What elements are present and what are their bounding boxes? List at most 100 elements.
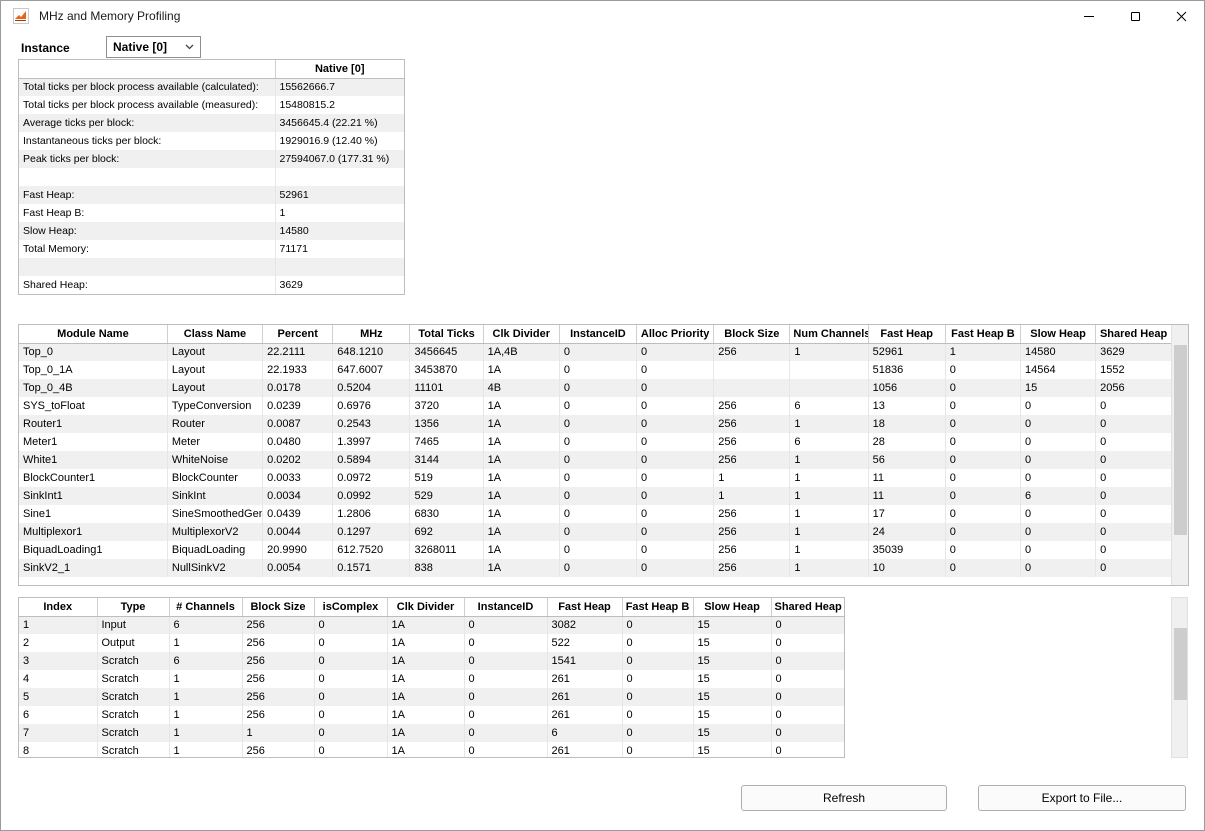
table-cell[interactable]: 256: [242, 670, 314, 688]
table-cell[interactable]: Meter: [167, 433, 262, 451]
table-cell[interactable]: 0: [464, 670, 547, 688]
refresh-button[interactable]: Refresh: [741, 785, 947, 811]
table-cell[interactable]: 0: [314, 688, 387, 706]
table-cell[interactable]: 3144: [410, 451, 483, 469]
table-cell[interactable]: Total ticks per block process available …: [19, 78, 275, 96]
table-cell[interactable]: Scratch: [97, 724, 169, 742]
table-cell[interactable]: 0: [1020, 415, 1095, 433]
table-cell[interactable]: 256: [714, 451, 790, 469]
table-cell[interactable]: 0: [637, 559, 714, 577]
table-cell[interactable]: Multiplexor1: [19, 523, 167, 541]
table-cell[interactable]: 0: [771, 616, 844, 634]
table-cell[interactable]: 1: [714, 487, 790, 505]
table-cell[interactable]: 0: [464, 616, 547, 634]
table-cell[interactable]: 0: [622, 670, 693, 688]
table-row[interactable]: Fast Heap:52961: [19, 186, 404, 204]
table-cell[interactable]: 1: [790, 559, 868, 577]
table-row[interactable]: 8Scratch125601A02610150: [19, 742, 844, 758]
table-cell[interactable]: 1A: [483, 487, 559, 505]
table-cell[interactable]: 0: [559, 397, 636, 415]
table-cell[interactable]: 0: [622, 652, 693, 670]
table-cell[interactable]: Fast Heap:: [19, 186, 275, 204]
table-cell[interactable]: 0: [1020, 541, 1095, 559]
table-cell[interactable]: Layout: [167, 343, 262, 361]
table-cell[interactable]: 0: [637, 541, 714, 559]
table-cell[interactable]: 1: [714, 469, 790, 487]
table-cell[interactable]: 261: [547, 688, 622, 706]
table-cell[interactable]: [790, 379, 868, 397]
table-cell[interactable]: 647.6007: [333, 361, 410, 379]
table-cell[interactable]: 256: [714, 433, 790, 451]
table-cell[interactable]: 648.1210: [333, 343, 410, 361]
table-cell[interactable]: 0: [637, 523, 714, 541]
table-cell[interactable]: 1.3997: [333, 433, 410, 451]
table-cell[interactable]: 0: [637, 397, 714, 415]
table-cell[interactable]: 51836: [868, 361, 945, 379]
table-cell[interactable]: 7: [19, 724, 97, 742]
table-cell[interactable]: Scratch: [97, 706, 169, 724]
table-cell[interactable]: 15: [693, 616, 771, 634]
table-row[interactable]: [19, 168, 404, 186]
table-cell[interactable]: 1A: [387, 706, 464, 724]
table-cell[interactable]: 15: [693, 724, 771, 742]
table-cell[interactable]: 256: [714, 415, 790, 433]
table-cell[interactable]: Average ticks per block:: [19, 114, 275, 132]
table-cell[interactable]: 0: [314, 652, 387, 670]
table-cell[interactable]: 256: [242, 742, 314, 758]
table-cell[interactable]: 0: [945, 433, 1020, 451]
table-cell[interactable]: 1A: [483, 451, 559, 469]
table-cell[interactable]: 1056: [868, 379, 945, 397]
table-cell[interactable]: 0: [559, 415, 636, 433]
table-cell[interactable]: 0: [637, 451, 714, 469]
table-cell[interactable]: 22.1933: [263, 361, 333, 379]
table-row[interactable]: 7Scratch1101A060150: [19, 724, 844, 742]
table-cell[interactable]: 0: [945, 379, 1020, 397]
table-cell[interactable]: 1A: [387, 634, 464, 652]
table-cell[interactable]: 15480815.2: [275, 96, 404, 114]
table-row[interactable]: 1Input625601A030820150: [19, 616, 844, 634]
table-cell[interactable]: 838: [410, 559, 483, 577]
table-cell[interactable]: 17: [868, 505, 945, 523]
table-cell[interactable]: Top_0: [19, 343, 167, 361]
table-cell[interactable]: 0: [1020, 451, 1095, 469]
table-cell[interactable]: 1: [790, 541, 868, 559]
table-cell[interactable]: 0: [622, 634, 693, 652]
table-cell[interactable]: 0: [637, 505, 714, 523]
table-cell[interactable]: 2056: [1096, 379, 1171, 397]
table-cell[interactable]: 1: [790, 487, 868, 505]
table-cell[interactable]: 15: [693, 670, 771, 688]
table-row[interactable]: Fast Heap B:1: [19, 204, 404, 222]
table-cell[interactable]: 3456645.4 (22.21 %): [275, 114, 404, 132]
table-cell[interactable]: 0.0480: [263, 433, 333, 451]
table-cell[interactable]: 0: [1020, 505, 1095, 523]
table-cell[interactable]: 0: [559, 343, 636, 361]
table-cell[interactable]: White1: [19, 451, 167, 469]
table-cell[interactable]: 0: [1020, 433, 1095, 451]
table-row[interactable]: Peak ticks per block:27594067.0 (177.31 …: [19, 150, 404, 168]
table-cell[interactable]: 1A: [387, 616, 464, 634]
table-cell[interactable]: 1: [790, 469, 868, 487]
table-cell[interactable]: 1A: [483, 541, 559, 559]
table-cell[interactable]: 27594067.0 (177.31 %): [275, 150, 404, 168]
table-cell[interactable]: [714, 379, 790, 397]
table-cell[interactable]: 6830: [410, 505, 483, 523]
table-cell[interactable]: 0: [464, 706, 547, 724]
table-row[interactable]: Average ticks per block:3456645.4 (22.21…: [19, 114, 404, 132]
table-cell[interactable]: 1A: [483, 433, 559, 451]
table-cell[interactable]: 256: [714, 541, 790, 559]
table-cell[interactable]: 18: [868, 415, 945, 433]
table-cell[interactable]: 6: [790, 397, 868, 415]
table-cell[interactable]: 1: [790, 343, 868, 361]
table-cell[interactable]: SYS_toFloat: [19, 397, 167, 415]
table-cell[interactable]: Router: [167, 415, 262, 433]
table-cell[interactable]: 0.5894: [333, 451, 410, 469]
table-row[interactable]: SinkInt1SinkInt0.00340.09925291A00111106…: [19, 487, 1171, 505]
table-cell[interactable]: 5: [19, 688, 97, 706]
table-cell[interactable]: 0.0972: [333, 469, 410, 487]
table-cell[interactable]: 256: [714, 397, 790, 415]
table-cell[interactable]: 0: [637, 433, 714, 451]
table-cell[interactable]: Layout: [167, 379, 262, 397]
table-cell[interactable]: 0: [771, 634, 844, 652]
table-cell[interactable]: 6: [169, 652, 242, 670]
table-cell[interactable]: 261: [547, 742, 622, 758]
